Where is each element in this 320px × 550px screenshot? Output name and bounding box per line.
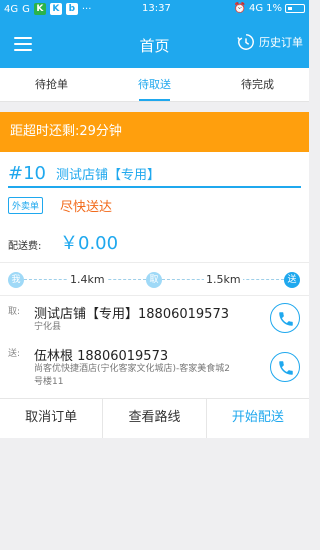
delivery-label: 送: <box>8 349 21 359</box>
distance-to-customer: 1.5km <box>204 273 243 286</box>
signal-icon-2: G <box>22 3 30 15</box>
status-left: 4G G K K b ··· <box>4 3 91 15</box>
status-bar: 4G G K K b ··· 13:37 ⏰ 4G 1% <box>0 0 309 20</box>
order-actions: 取消订单 查看路线 开始配送 <box>0 398 309 438</box>
pickup-name-phone: 测试店铺【专用】18806019573 <box>34 307 229 322</box>
call-customer-button[interactable] <box>270 352 300 382</box>
order-tabs: 待抢单 待取送 待完成 <box>0 68 309 102</box>
phone-icon <box>279 361 293 375</box>
timeout-countdown-banner: 距超时还剩:29分钟 <box>0 112 309 152</box>
order-number: #10 <box>8 162 46 184</box>
order-card: #10 测试店铺【专用】 外卖单 尽快送达 配送费: ￥0.00 我 1.4km… <box>0 152 309 438</box>
menu-icon[interactable] <box>14 37 32 51</box>
route-me-marker: 我 <box>8 272 24 288</box>
cancel-order-button[interactable]: 取消订单 <box>0 399 104 438</box>
route-distance-bar: 我 1.4km 取 1.5km 送 <box>0 262 309 296</box>
customer-name-phone: 伍林根 18806019573 <box>34 349 169 364</box>
call-shop-button[interactable] <box>270 303 300 333</box>
delivery-fee-value: ￥0.00 <box>60 233 119 254</box>
history-orders-label: 历史订单 <box>259 36 303 49</box>
shop-name: 测试店铺【专用】 <box>56 167 161 183</box>
start-delivery-button[interactable]: 开始配送 <box>207 399 309 438</box>
network-type: 4G <box>249 3 264 14</box>
phone-icon <box>279 312 293 326</box>
battery-icon <box>285 4 305 13</box>
order-type-badge: 外卖单 <box>8 197 44 214</box>
delivery-fee-label: 配送费: <box>8 241 42 252</box>
view-route-button[interactable]: 查看路线 <box>103 399 207 438</box>
history-clock-icon <box>237 34 254 50</box>
delivery-time-note: 尽快送达 <box>60 200 113 215</box>
battery-percent: 1% <box>266 3 282 14</box>
tab-pending-complete[interactable]: 待完成 <box>206 68 309 101</box>
more-notifications-icon: ··· <box>81 3 92 15</box>
app-notification-icon-2: K <box>49 3 62 15</box>
status-right: ⏰ 4G 1% <box>234 3 305 14</box>
pickup-address: 宁化县 <box>34 322 62 332</box>
tab-pending-grab[interactable]: 待抢单 <box>0 68 103 101</box>
route-pickup-marker: 取 <box>146 272 162 288</box>
order-header: #10 测试店铺【专用】 <box>8 160 301 188</box>
history-orders-button[interactable]: 历史订单 <box>237 33 303 51</box>
tab-pending-pickup[interactable]: 待取送 <box>103 68 206 101</box>
app-bar: 首页 历史订单 <box>0 20 309 68</box>
app-notification-icon-1: K <box>33 3 46 15</box>
distance-to-pickup: 1.4km <box>68 273 107 286</box>
customer-address-line1: 尚客优快捷酒店(宁化客家文化城店)-客家美食城2 <box>34 364 230 374</box>
status-time: 13:37 <box>142 3 171 14</box>
customer-address-line2: 号楼11 <box>34 377 64 387</box>
app-notification-icon-3: b <box>65 3 78 15</box>
signal-icon-1: 4G <box>4 3 19 15</box>
alarm-icon: ⏰ <box>233 3 246 14</box>
route-deliver-marker: 送 <box>284 272 300 288</box>
pickup-label: 取: <box>8 307 21 317</box>
